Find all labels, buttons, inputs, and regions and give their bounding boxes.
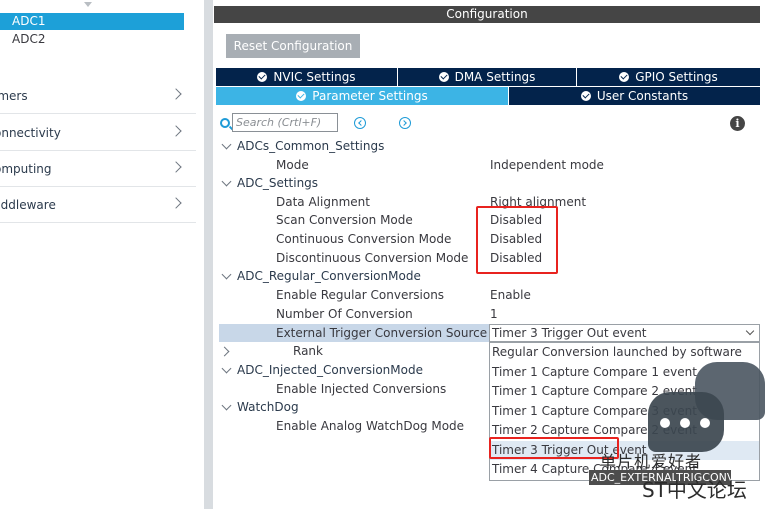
param-label: Enable Regular Conversions	[276, 288, 445, 302]
group-label: ADC_Settings	[237, 176, 319, 190]
check-circle-icon	[438, 72, 449, 82]
category-computing[interactable]: omputing	[0, 151, 196, 187]
external-trigger-select[interactable]: Timer 3 Trigger Out event	[489, 324, 760, 342]
tree-scroll-top[interactable]	[0, 0, 196, 9]
reset-configuration-button[interactable]: Reset Configuration	[226, 34, 360, 58]
watermark-text: ST中文论坛	[642, 478, 747, 502]
tab-label: Parameter Settings	[312, 89, 428, 103]
tab-label: NVIC Settings	[273, 70, 356, 84]
select-value: Timer 3 Trigger Out event	[492, 326, 647, 340]
param-label: External Trigger Conversion Source	[276, 326, 488, 340]
param-value: Enable	[490, 288, 531, 302]
category-connectivity[interactable]: onnectivity	[0, 115, 196, 151]
tab-gpio-settings[interactable]: GPIO Settings	[577, 68, 760, 86]
annotation-highlight-box	[476, 206, 558, 274]
tab-label: User Constants	[596, 89, 689, 103]
check-circle-icon	[580, 91, 591, 101]
check-circle-icon	[296, 91, 307, 101]
tab-user-constants[interactable]: User Constants	[509, 87, 760, 105]
param-row-enable-regular-conversions[interactable]: Enable Regular Conversions Enable	[214, 286, 760, 304]
category-label: liddleware	[0, 198, 56, 212]
group-adcs-common-settings[interactable]: ADCs_Common_Settings	[214, 137, 760, 155]
check-circle-icon	[619, 72, 630, 82]
chevron-down-icon	[221, 400, 232, 411]
chevron-down-icon	[221, 269, 232, 280]
group-label: WatchDog	[237, 400, 299, 414]
category-label: omputing	[0, 162, 52, 176]
param-label: Data Alignment	[276, 195, 370, 209]
panel-title: Configuration	[214, 6, 760, 23]
tab-nvic-settings[interactable]: NVIC Settings	[216, 68, 397, 86]
param-row-number-of-conversion[interactable]: Number Of Conversion 1	[214, 305, 760, 323]
param-label: Mode	[276, 158, 309, 172]
tab-label: DMA Settings	[454, 70, 536, 84]
param-row-mode[interactable]: Mode Independent mode	[214, 156, 760, 174]
param-label: Rank	[293, 344, 323, 358]
category-label: onnectivity	[0, 126, 61, 140]
category-timers[interactable]: imers	[0, 78, 196, 114]
group-label: ADC_Injected_ConversionMode	[237, 363, 423, 377]
search-icon	[220, 118, 230, 128]
search-previous-button[interactable]	[354, 117, 366, 129]
tree-item-adc2[interactable]: ADC2	[0, 31, 184, 48]
chevron-right-icon	[219, 346, 230, 357]
peripheral-tree-pane: ADC1 ADC2 imers onnectivity omputing lid…	[0, 0, 196, 509]
chat-bubble-icon	[648, 392, 724, 452]
group-label: ADCs_Common_Settings	[237, 139, 385, 153]
param-label: Number Of Conversion	[276, 307, 413, 321]
chevron-down-icon	[221, 176, 232, 187]
chevron-down-icon	[745, 326, 755, 336]
chevron-right-icon	[170, 161, 182, 173]
param-value: 1	[490, 307, 498, 321]
param-value: Independent mode	[490, 158, 604, 172]
chevron-down-icon	[84, 2, 92, 7]
group-label: ADC_Regular_ConversionMode	[237, 269, 421, 283]
dropdown-option[interactable]: Regular Conversion launched by software	[490, 343, 759, 363]
param-label: Enable Injected Conversions	[276, 382, 447, 396]
chevron-down-icon	[221, 363, 232, 374]
category-middleware[interactable]: liddleware	[0, 187, 196, 223]
check-circle-icon	[257, 72, 268, 82]
chevron-down-icon	[221, 139, 232, 150]
category-label: imers	[0, 89, 28, 103]
tab-label: GPIO Settings	[635, 70, 718, 84]
chevron-right-icon	[170, 125, 182, 137]
param-row-external-trigger-source[interactable]: External Trigger Conversion Source	[219, 324, 491, 342]
param-label: Enable Analog WatchDog Mode	[276, 419, 465, 433]
search-input[interactable]	[232, 113, 338, 132]
chevron-right-icon	[170, 197, 182, 209]
param-label: Scan Conversion Mode	[276, 213, 413, 227]
pane-splitter[interactable]	[204, 0, 213, 509]
param-label: Continuous Conversion Mode	[276, 232, 452, 246]
param-label: Discontinuous Conversion Mode	[276, 251, 469, 265]
tab-dma-settings[interactable]: DMA Settings	[398, 68, 576, 86]
search-next-button[interactable]	[399, 117, 411, 129]
tab-parameter-settings[interactable]: Parameter Settings	[216, 87, 508, 105]
group-adc-settings[interactable]: ADC_Settings	[214, 174, 760, 192]
watermark-text: 单片机爱好者	[600, 452, 703, 471]
tree-item-adc1[interactable]: ADC1	[0, 13, 184, 30]
info-icon[interactable]: i	[730, 116, 745, 131]
chevron-right-icon	[170, 88, 182, 100]
